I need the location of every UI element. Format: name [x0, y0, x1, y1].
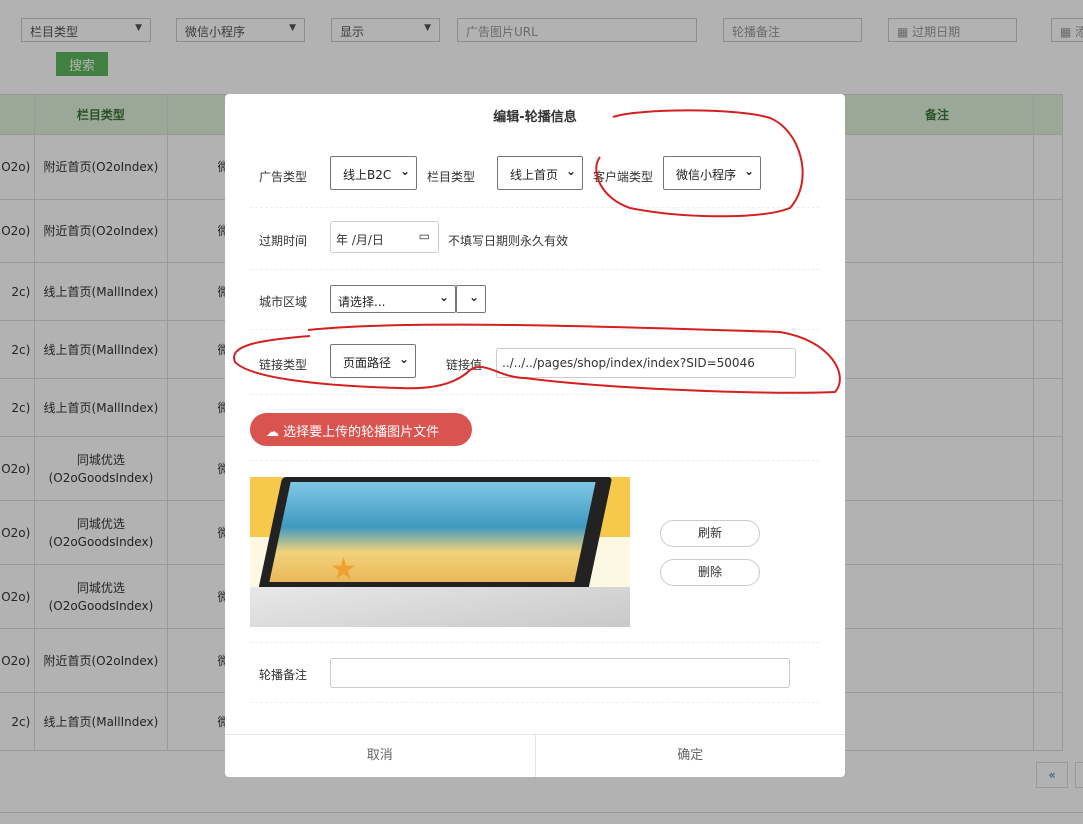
client-type-select[interactable]: 微信小程序 ⌄: [663, 156, 761, 190]
chevron-down-icon: ⌄: [565, 164, 576, 178]
link-type-label: 链接类型: [259, 358, 308, 372]
refresh-button[interactable]: 刷新: [660, 520, 760, 547]
row-types: 广告类型 线上B2C ⌄ 栏目类型 线上首页 ⌄ 客户端类型 微信小程序 ⌄: [250, 144, 820, 208]
edit-carousel-modal: 编辑-轮播信息 广告类型 线上B2C ⌄ 栏目类型 线上首页 ⌄ 客户端类型 微信小…: [225, 94, 845, 777]
link-type-value: 页面路径: [343, 356, 392, 370]
modal-footer: 取消 确定: [225, 734, 845, 777]
column-type-value: 线上首页: [510, 168, 559, 182]
upload-label: 选择要上传的轮播图片文件: [283, 425, 440, 440]
starfish-decoration: ★: [330, 552, 357, 587]
district-select[interactable]: ⌄: [456, 285, 486, 313]
link-type-select[interactable]: 页面路径 ⌄: [330, 344, 416, 378]
client-type-value: 微信小程序: [676, 168, 737, 182]
row-link: 链接类型 页面路径 ⌄ 链接值 ../../../pages/shop/index…: [250, 330, 820, 395]
ad-type-value: 线上B2C: [343, 168, 392, 182]
expire-hint: 不填写日期则永久有效: [448, 234, 569, 248]
chevron-down-icon: ⌄: [743, 164, 754, 178]
expire-date-input[interactable]: 年 /月/日 ▭: [330, 221, 439, 253]
row-expire: 过期时间 年 /月/日 ▭ 不填写日期则永久有效: [250, 208, 820, 270]
expire-date-value: 年 /月/日: [336, 233, 384, 247]
carousel-image-preview: ★: [250, 477, 630, 627]
link-value-input[interactable]: ../../../pages/shop/index/index?SID=5004…: [496, 348, 796, 378]
chevron-down-icon: ⌄: [398, 352, 409, 366]
column-type-label: 栏目类型: [427, 170, 476, 184]
confirm-button[interactable]: 确定: [536, 735, 846, 777]
ad-type-label: 广告类型: [259, 170, 308, 184]
expire-label: 过期时间: [259, 234, 308, 248]
cancel-button[interactable]: 取消: [225, 735, 536, 777]
modal-title: 编辑-轮播信息: [493, 110, 577, 125]
chevron-down-icon: ⌄: [468, 290, 479, 304]
divider: [250, 460, 820, 461]
delete-button[interactable]: 删除: [660, 559, 760, 586]
row-note: 轮播备注: [250, 643, 820, 703]
cloud-upload-icon: ☁: [266, 425, 284, 440]
note-input[interactable]: [330, 658, 790, 688]
ad-type-select[interactable]: 线上B2C ⌄: [330, 156, 417, 190]
note-label: 轮播备注: [259, 668, 308, 682]
city-select[interactable]: 请选择... ⌄: [330, 285, 456, 313]
city-value: 请选择...: [338, 295, 386, 309]
client-type-label: 客户端类型: [593, 170, 654, 184]
row-city: 城市区域 请选择... ⌄ ⌄: [250, 270, 820, 330]
city-label: 城市区域: [259, 295, 308, 309]
link-value-label: 链接值: [446, 358, 483, 372]
column-type-select[interactable]: 线上首页 ⌄: [497, 156, 583, 190]
calendar-icon: ▭: [418, 229, 430, 243]
chevron-down-icon: ⌄: [399, 164, 410, 178]
upload-image-button[interactable]: ☁ 选择要上传的轮播图片文件: [250, 413, 472, 446]
chevron-down-icon: ⌄: [438, 290, 449, 304]
